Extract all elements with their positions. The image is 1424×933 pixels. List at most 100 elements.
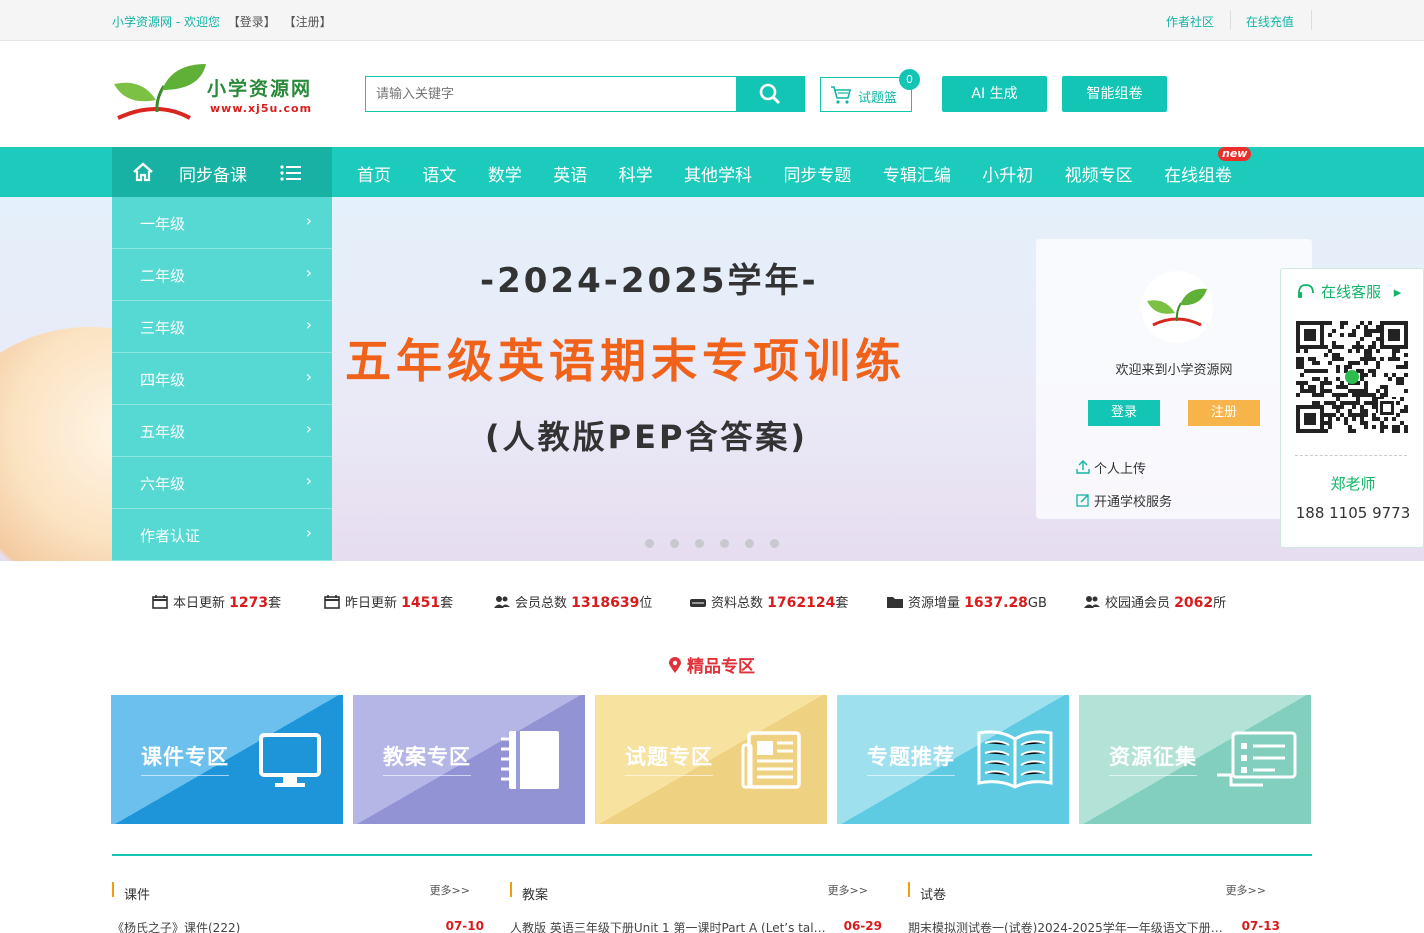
- list-item-date: 07-13: [1241, 919, 1280, 933]
- grade-item-4[interactable]: 四年级 ›: [112, 353, 332, 405]
- sync-prep-label: 同步备课: [179, 166, 247, 186]
- search-box: [365, 76, 805, 112]
- top-right-links: 作者社区 在线充值: [1166, 13, 1322, 30]
- list-item[interactable]: 期末模拟测试卷一(试卷)2024-2025学年一年级语文下册统... 07-13: [908, 919, 1280, 933]
- carousel-dot[interactable]: [670, 539, 679, 548]
- courseware-more-link[interactable]: 更多>>: [430, 882, 470, 898]
- edit-icon: [1076, 494, 1089, 507]
- headset-icon: [1298, 284, 1314, 298]
- tile-label: 课件专区: [141, 741, 229, 776]
- card-login-button[interactable]: 登录: [1088, 400, 1160, 426]
- users-icon: [1084, 596, 1100, 608]
- test-paper-more-link[interactable]: 更多>>: [1226, 882, 1266, 898]
- grade-label: 三年级: [140, 319, 186, 337]
- online-service-link[interactable]: 在线客服 ▸: [1297, 281, 1401, 302]
- nav-compilations[interactable]: 专辑汇编: [883, 166, 951, 186]
- grade-item-6[interactable]: 六年级 ›: [112, 457, 332, 509]
- smart-paper-button[interactable]: 智能组卷: [1062, 76, 1167, 112]
- basket-label: 试题篮: [858, 91, 898, 106]
- top-register-link[interactable]: 【注册】: [284, 15, 332, 29]
- nav-english[interactable]: 英语: [553, 166, 587, 186]
- list-title: 试卷: [920, 888, 947, 903]
- author-community-link[interactable]: 作者社区: [1166, 15, 1214, 29]
- nav-science[interactable]: 科学: [619, 166, 653, 186]
- stat-value: 1451: [401, 595, 441, 611]
- grade-item-2[interactable]: 二年级 ›: [112, 249, 332, 301]
- carousel-dot[interactable]: [770, 539, 779, 548]
- users-icon: [494, 596, 510, 608]
- nav-math[interactable]: 数学: [488, 166, 522, 186]
- tile-courseware[interactable]: 课件专区: [111, 695, 343, 824]
- nav-chinese[interactable]: 语文: [422, 166, 456, 186]
- recharge-link[interactable]: 在线充值: [1246, 15, 1294, 29]
- stat-label: 资料总数: [711, 596, 764, 611]
- grade-item-3[interactable]: 三年级 ›: [112, 301, 332, 353]
- carousel-dots: [645, 533, 795, 552]
- stat-value: 1273: [229, 595, 269, 611]
- cart-icon: [831, 86, 852, 104]
- tile-resource-collection[interactable]: 资源征集: [1079, 695, 1311, 824]
- author-certification-item[interactable]: 作者认证 ›: [112, 509, 332, 561]
- login-card: 欢迎来到小学资源网 登录 注册 个人上传 开通学校服务: [1036, 239, 1312, 519]
- grade-item-1[interactable]: 一年级 ›: [112, 197, 332, 249]
- nav-home[interactable]: 首页: [357, 166, 391, 186]
- grade-label: 六年级: [140, 475, 186, 493]
- grade-label: 一年级: [140, 215, 186, 233]
- stat-unit: 所: [1213, 596, 1227, 611]
- list-item[interactable]: 《杨氏之子》课件(222) 07-10: [112, 919, 484, 933]
- stat-value: 1637.28: [964, 595, 1028, 611]
- tile-test-papers[interactable]: 试题专区: [595, 695, 827, 824]
- list-accent-bar: [112, 882, 114, 897]
- list-item[interactable]: 人教版 英语三年级下册Unit 1 第一课时Part A (Let’s talk…: [510, 919, 882, 933]
- list-item-date: 07-10: [445, 919, 484, 933]
- stat-increment: 资源增量 1637.28GB: [887, 592, 1047, 611]
- service-phone: 188 1105 9773: [1295, 504, 1411, 522]
- nav-video[interactable]: 视频专区: [1065, 166, 1133, 186]
- stat-school-members: 校园通会员 2062所: [1084, 592, 1226, 611]
- banner-title: 五年级英语期末专项训练: [345, 334, 906, 388]
- chevron-right-icon: ›: [305, 523, 312, 542]
- avatar: [1141, 271, 1213, 343]
- list-item-title: 期末模拟测试卷一(试卷)2024-2025学年一年级语文下册统...: [908, 921, 1228, 933]
- chevron-right-icon: ›: [305, 263, 312, 282]
- search-button[interactable]: [736, 77, 804, 111]
- newspaper-icon: [741, 731, 801, 789]
- sync-prep-menu[interactable]: 同步备课: [112, 147, 332, 197]
- stat-unit: 套: [440, 596, 454, 611]
- ai-generate-button[interactable]: AI 生成: [942, 76, 1047, 112]
- stat-label: 会员总数: [515, 596, 568, 611]
- personal-upload-link[interactable]: 个人上传: [1076, 458, 1146, 477]
- top-login-link[interactable]: 【登录】: [228, 15, 276, 29]
- card-register-button[interactable]: 注册: [1188, 400, 1260, 426]
- open-book-icon: [977, 730, 1053, 789]
- nav-other-subjects[interactable]: 其他学科: [684, 166, 752, 186]
- stat-label: 资源增量: [908, 596, 961, 611]
- stat-members: 会员总数 1318639位: [494, 592, 652, 611]
- banner-year: -2024-2025学年-: [480, 261, 819, 301]
- calendar-icon: [324, 595, 340, 609]
- search-input[interactable]: [366, 77, 736, 111]
- nav-online-paper[interactable]: 在线组卷: [1164, 166, 1232, 186]
- content-divider: [112, 854, 1312, 856]
- carousel-dot[interactable]: [745, 539, 754, 548]
- tile-lesson-plans[interactable]: 教案专区: [353, 695, 585, 824]
- carousel-dot[interactable]: [645, 539, 654, 548]
- welcome-text: 小学资源网 - 欢迎您 【登录】 【注册】: [112, 13, 332, 30]
- question-basket-button[interactable]: 试题篮 0: [820, 69, 920, 112]
- list-item-title: 人教版 英语三年级下册Unit 1 第一课时Part A (Let’s talk…: [510, 921, 830, 933]
- nav-sync-topics[interactable]: 同步专题: [783, 166, 851, 186]
- carousel-dot[interactable]: [720, 539, 729, 548]
- tile-topic-recommend[interactable]: 专题推荐: [837, 695, 1069, 824]
- upload-icon: [1076, 460, 1090, 474]
- site-logo[interactable]: 小学资源网 www.xj5u.com: [112, 60, 322, 126]
- tile-label: 试题专区: [625, 741, 713, 776]
- lesson-plan-more-link[interactable]: 更多>>: [828, 882, 868, 898]
- nav-junior-entry[interactable]: 小升初: [982, 166, 1033, 186]
- school-service-label: 开通学校服务: [1094, 495, 1173, 510]
- grade-item-5[interactable]: 五年级 ›: [112, 405, 332, 457]
- grade-label: 四年级: [140, 371, 186, 389]
- carousel-dot[interactable]: [695, 539, 704, 548]
- school-service-link[interactable]: 开通学校服务: [1076, 491, 1172, 510]
- featured-section-title: 精品专区: [0, 652, 1424, 677]
- notebook-icon: [501, 731, 559, 789]
